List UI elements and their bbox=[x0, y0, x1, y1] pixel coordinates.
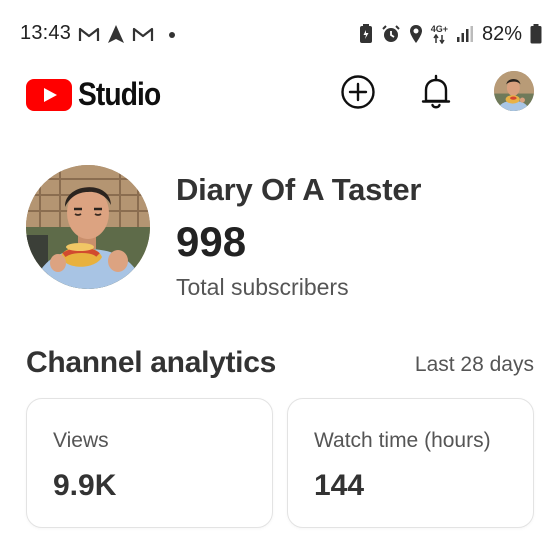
views-card[interactable]: Views 9.9K bbox=[26, 398, 273, 528]
youtube-studio-logo[interactable]: Studio bbox=[26, 76, 172, 113]
status-time: 13:43 bbox=[20, 22, 72, 44]
watch-time-label: Watch time (hours) bbox=[314, 429, 491, 452]
app-bar: Studio bbox=[0, 68, 560, 118]
youtube-play-icon bbox=[26, 78, 72, 111]
channel-avatar-photo bbox=[26, 165, 150, 289]
signal-icon bbox=[456, 26, 473, 42]
watch-time-value: 144 bbox=[314, 469, 365, 502]
views-label: Views bbox=[53, 429, 109, 452]
subscriber-count: 998 bbox=[176, 218, 247, 265]
channel-name: Diary Of A Taster bbox=[176, 172, 422, 207]
analytics-date-range[interactable]: Last 28 days bbox=[415, 353, 534, 377]
views-value: 9.9K bbox=[53, 469, 117, 502]
status-bar: 13:43 4G+ 82% bbox=[0, 0, 560, 68]
gmail-icon bbox=[132, 27, 154, 41]
dot-icon bbox=[169, 32, 175, 38]
status-notification-icons bbox=[78, 22, 179, 46]
network-4g-icon: 4G+ bbox=[430, 23, 448, 44]
location-icon bbox=[409, 25, 422, 43]
notifications-icon[interactable] bbox=[418, 73, 454, 111]
subscriber-label: Total subscribers bbox=[176, 274, 349, 300]
avatar-photo bbox=[494, 71, 534, 111]
logo-text: Studio bbox=[78, 76, 161, 112]
watch-time-card[interactable]: Watch time (hours) 144 bbox=[287, 398, 534, 528]
channel-avatar[interactable] bbox=[26, 165, 150, 289]
network-label: 4G+ bbox=[430, 23, 448, 34]
gmail-icon bbox=[78, 27, 100, 41]
battery-percent: 82% bbox=[481, 22, 522, 45]
battery-saver-icon bbox=[359, 24, 372, 43]
account-avatar[interactable] bbox=[494, 71, 534, 111]
channel-analytics-title: Channel analytics bbox=[26, 346, 276, 379]
status-system-icons: 4G+ 82% bbox=[359, 22, 542, 46]
battery-icon bbox=[530, 24, 542, 44]
navigation-icon bbox=[108, 25, 124, 43]
alarm-icon bbox=[381, 25, 400, 42]
create-icon[interactable] bbox=[340, 74, 376, 110]
